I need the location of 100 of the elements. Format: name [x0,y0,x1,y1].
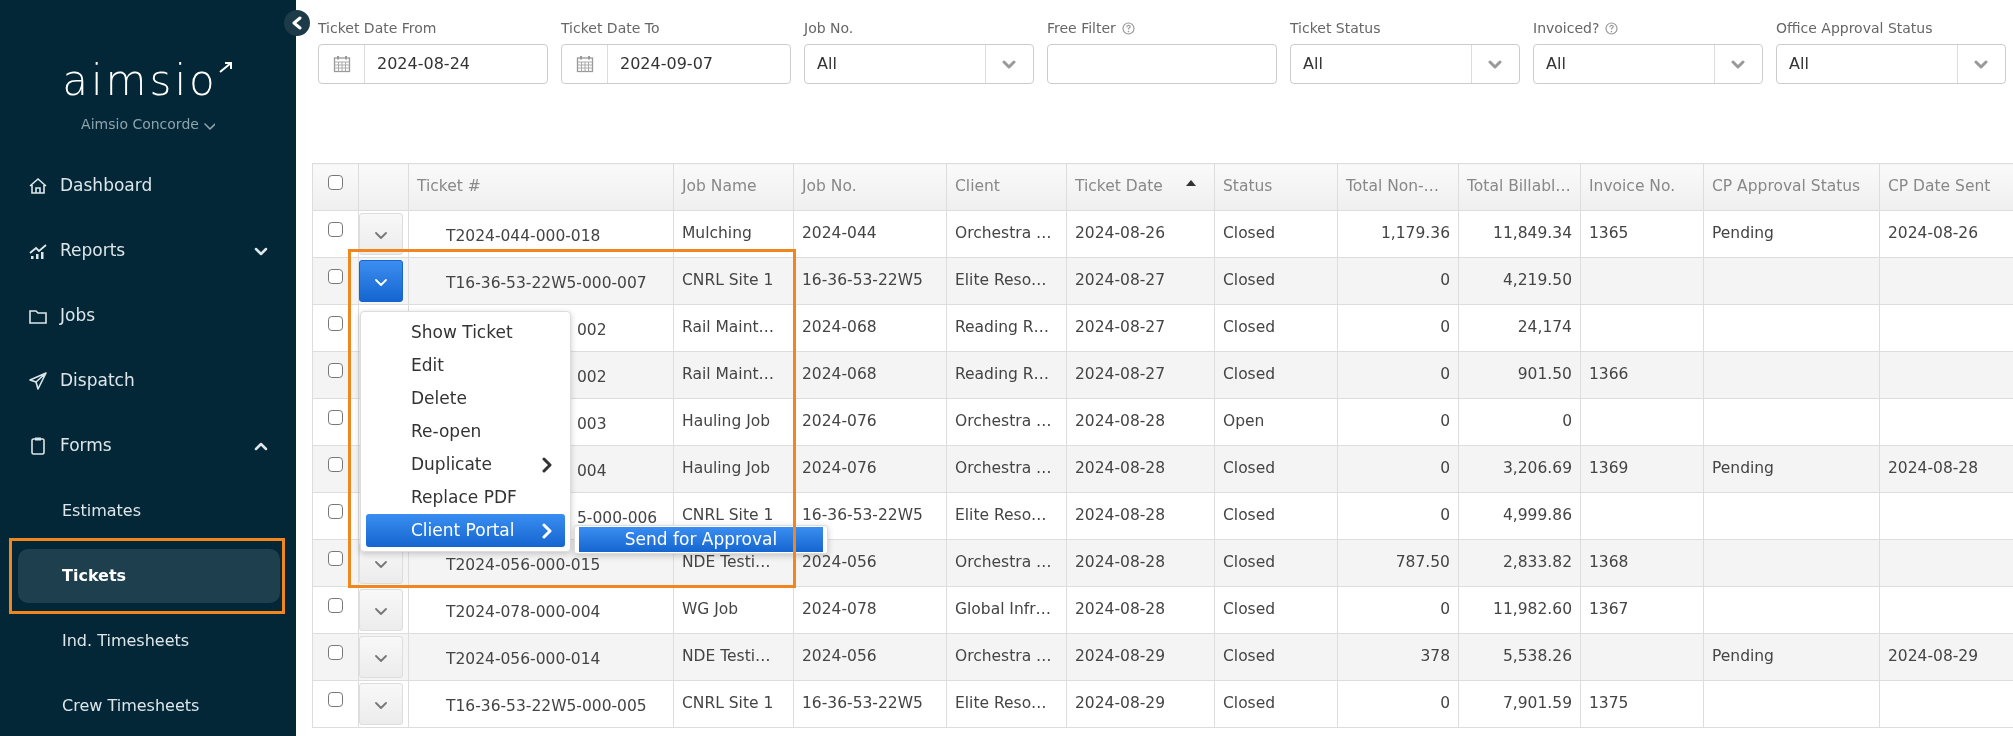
table-cell: Closed [1223,271,1276,290]
table-cell: 2024-076 [802,412,877,431]
table-cell: 2024-056 [802,553,877,572]
menu-item[interactable]: Send for Approval [579,527,823,552]
table-cell: 2024-078 [802,600,877,619]
table-cell: WG Job [682,600,739,619]
table-cell: Elite Reso… [955,694,1047,713]
table-cell: Pending [1712,459,1774,478]
table-cell: NDE Testi… [682,553,771,572]
select-field[interactable]: All [804,44,1034,84]
table-cell: CNRL Site 1 [682,506,774,525]
table-cell: 1375 [1589,694,1629,713]
calendar-icon [332,55,351,73]
table-cell: T16-36-53-22W5-000-007 [446,274,647,293]
checkbox[interactable] [328,316,343,332]
date-field[interactable]: 2024-09-07 [561,44,791,84]
select-field[interactable]: All [1776,44,2006,84]
nav-subitem[interactable]: Estimates [0,478,296,543]
table-cell: 2024-08-27 [1075,365,1166,384]
table-cell: 1365 [1589,224,1629,243]
collapse-button[interactable] [284,10,310,36]
checkbox[interactable] [328,692,343,708]
table-cell: Open [1223,412,1265,431]
table-cell: 2024-068 [802,365,877,384]
select-field[interactable]: All [1290,44,1520,84]
table-cell: 2024-08-28 [1075,412,1166,431]
table-cell: Pending [1712,224,1774,243]
table-cell: 16-36-53-22W5 [802,271,923,290]
checkbox[interactable] [328,645,343,661]
nav-subitem[interactable]: Ind. Timesheets [0,608,296,673]
table-cell: 787.50 [1395,553,1450,572]
table-cell: 24,174 [1517,318,1572,337]
table-cell: Elite Reso… [955,271,1047,290]
table-cell: Hauling Job [682,412,771,431]
text-field[interactable] [1047,44,1277,84]
table-cell: 1,179.36 [1380,224,1450,243]
table-cell: NDE Testi… [682,647,771,666]
table-cell: Rail Maint… [682,318,775,337]
table-cell: Closed [1223,224,1276,243]
checkbox[interactable] [328,410,343,426]
table-cell: 2024-08-28 [1075,600,1166,619]
checkbox[interactable] [328,457,343,473]
table-cell: Reading R… [955,365,1050,384]
table-cell: Closed [1223,694,1276,713]
table-cell: 004 [577,462,607,481]
menu-item[interactable]: Duplicate [366,448,565,481]
checkbox[interactable] [328,175,343,191]
row-menu-button[interactable] [359,260,403,302]
select-field[interactable]: All [1533,44,1763,84]
chevron-down-icon [1973,58,1990,70]
nav-item[interactable]: Forms [0,413,296,478]
checkbox[interactable] [328,222,343,238]
table-cell: 0 [1440,412,1450,431]
table-cell: 0 [1440,506,1450,525]
table-cell: Hauling Job [682,459,771,478]
filter-label: Invoiced? [1533,18,1600,38]
menu-item[interactable]: Client Portal [366,514,565,547]
company-selector[interactable]: Aimsio Concorde [81,114,215,135]
checkbox[interactable] [328,269,343,285]
nav-item[interactable]: Dashboard [0,153,296,218]
table-cell: 5-000-006 [577,509,658,528]
chevron-down-icon [1001,58,1018,70]
table-cell: 2024-08-29 [1075,647,1166,666]
checkbox[interactable] [328,551,343,567]
table-cell: 2024-08-27 [1075,318,1166,337]
table-cell: 11,849.34 [1493,224,1572,243]
checkbox[interactable] [328,598,343,614]
table-cell: 2024-08-29 [1888,647,1979,666]
table-cell: 4,999.86 [1502,506,1572,525]
checkbox[interactable] [328,504,343,520]
table-cell: 378 [1420,647,1450,666]
checkbox[interactable] [328,363,343,379]
date-field[interactable]: 2024-08-24 [318,44,548,84]
table-cell: 2024-08-28 [1075,506,1166,525]
menu-item[interactable]: Show Ticket [366,316,565,349]
table-cell: CNRL Site 1 [682,694,774,713]
table-cell: Closed [1223,318,1276,337]
table-cell: 11,982.60 [1493,600,1572,619]
nav-subitem[interactable]: Tickets [18,549,280,603]
chevron-left-icon [291,16,303,30]
menu-item[interactable]: Re-open [366,415,565,448]
table-cell: 2024-08-26 [1888,224,1979,243]
table-cell: 1368 [1589,553,1629,572]
chevron-down-icon [374,652,388,662]
menu-item[interactable]: Replace PDF [366,481,565,514]
table-cell: Rail Maint… [682,365,775,384]
chevron-down-icon [374,605,388,615]
table-cell: 16-36-53-22W5 [802,506,923,525]
nav-item[interactable]: Reports [0,218,296,283]
table-cell: Orchestra … [955,459,1052,478]
menu-item[interactable]: Delete [366,382,565,415]
nav-subitem[interactable]: Crew Timesheets [0,673,296,736]
chevron-down-icon [1730,58,1747,70]
nav-item[interactable]: Dispatch [0,348,296,413]
home-icon [28,175,48,196]
nav-item[interactable]: Jobs [0,283,296,348]
table-cell: 002 [577,321,607,340]
table-cell: Closed [1223,365,1276,384]
table-cell: 0 [1440,459,1450,478]
menu-item[interactable]: Edit [366,349,565,382]
